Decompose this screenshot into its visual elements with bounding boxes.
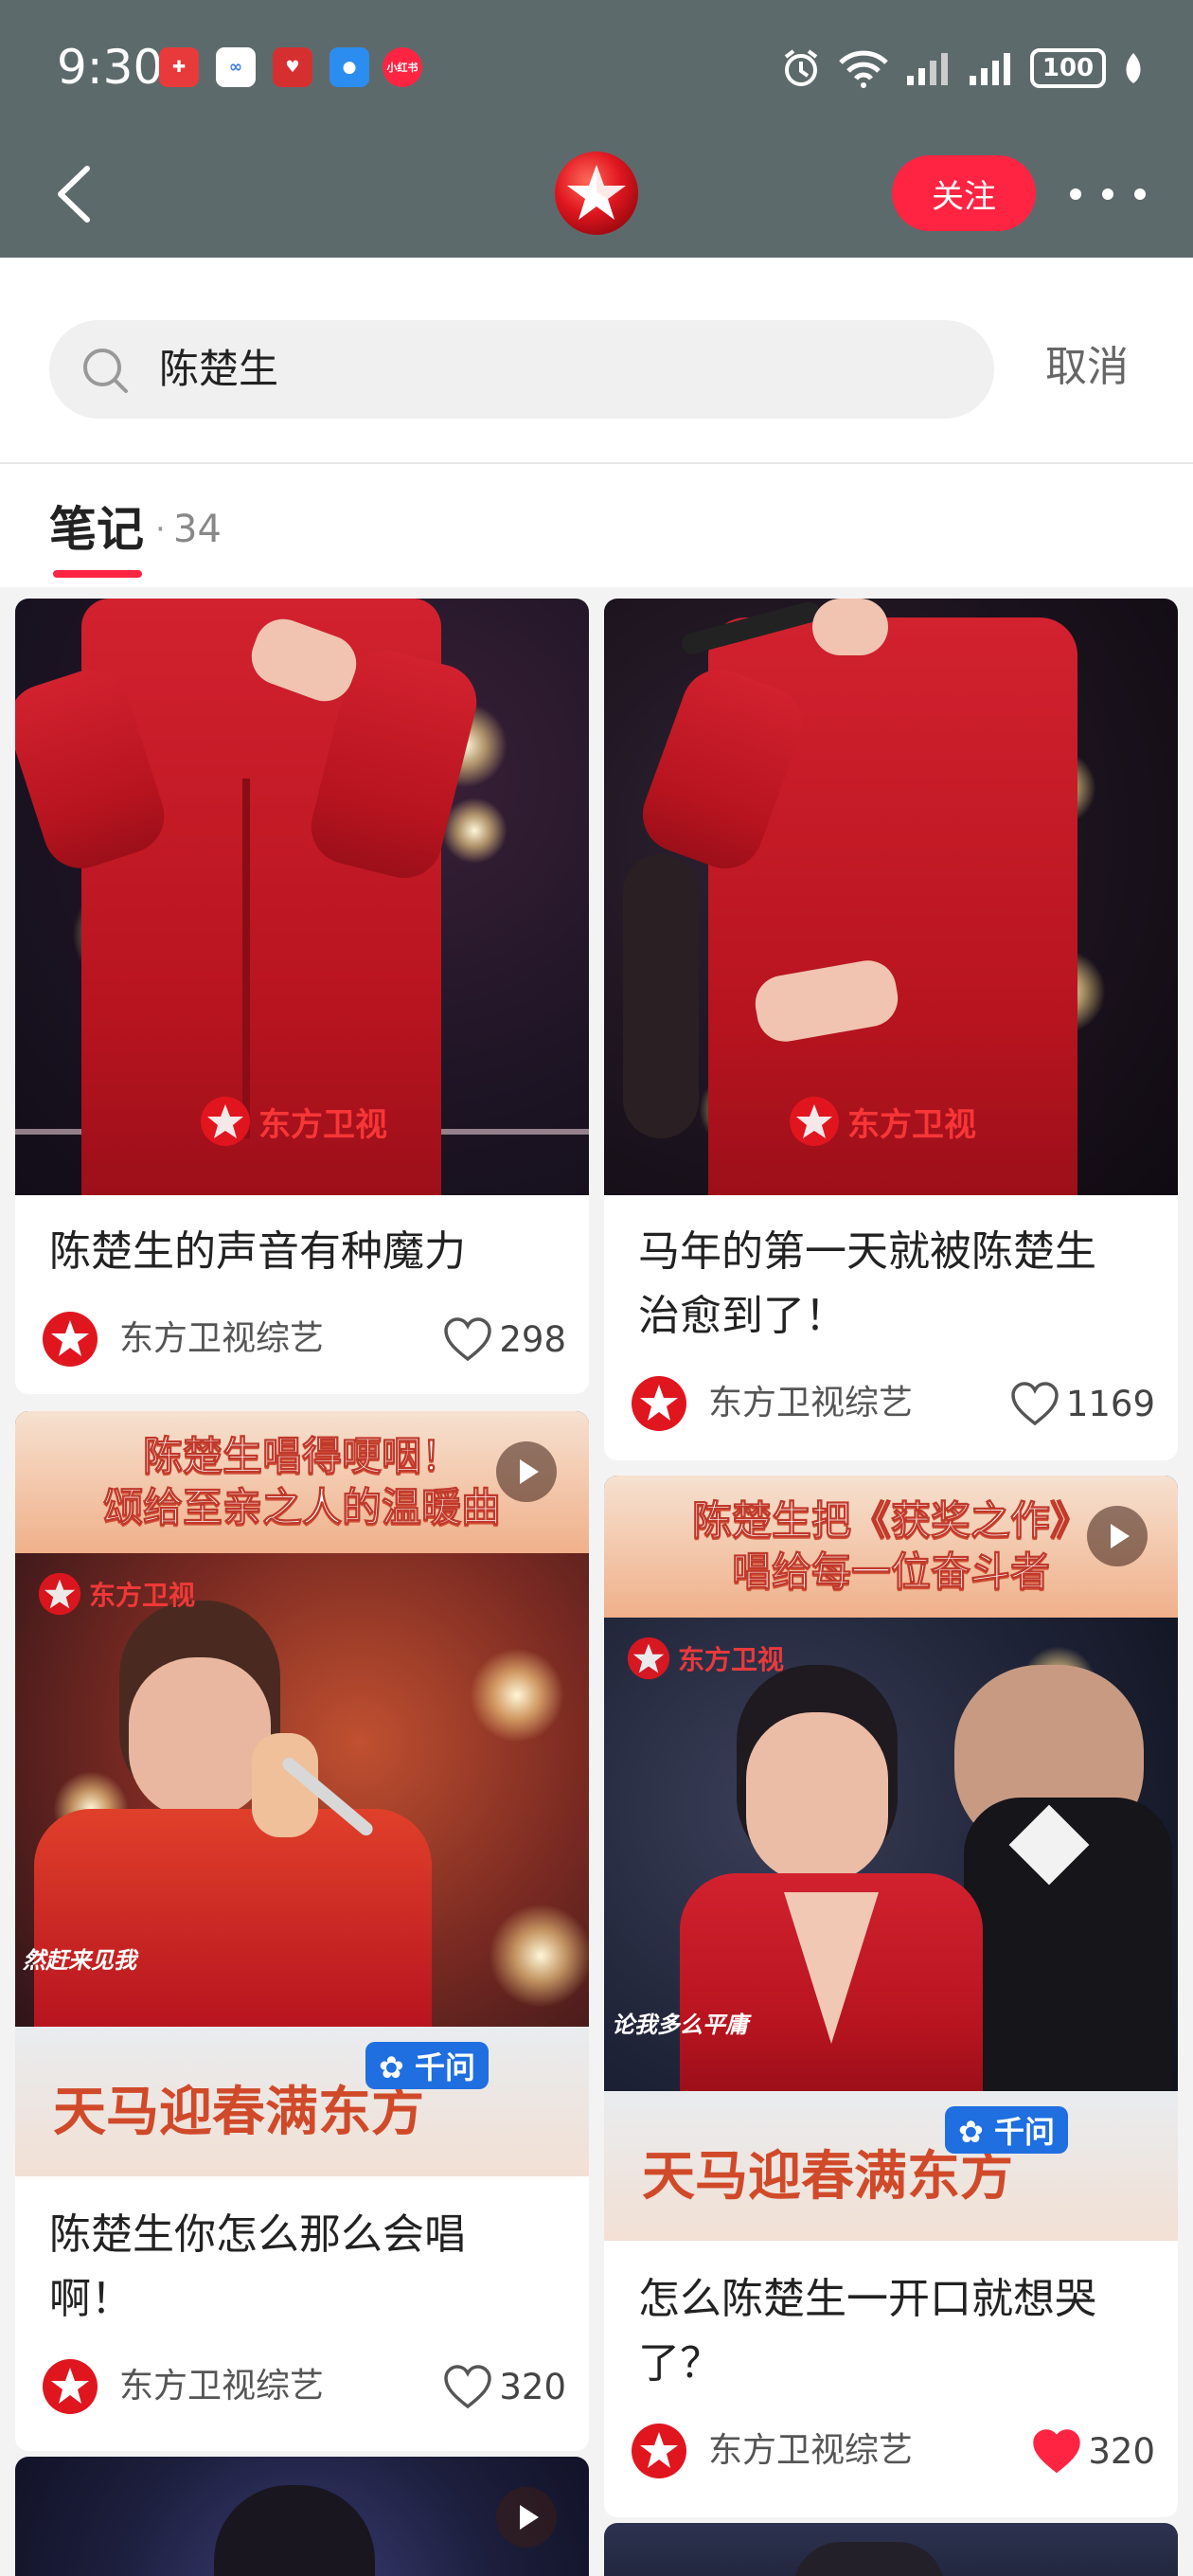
notification-app-icon: ∞ xyxy=(216,47,256,87)
tab-separator: · xyxy=(155,510,166,548)
dragon-tv-logo-icon[interactable] xyxy=(553,150,640,237)
note-card[interactable]: 东方卫视 陈楚生的声音有种魔力 东方卫视综艺 298 xyxy=(15,599,589,1394)
cancel-button[interactable]: 取消 xyxy=(1045,339,1129,396)
note-title-line[interactable]: 治愈到了！ xyxy=(638,1284,1149,1349)
tab-notes[interactable]: 笔记 xyxy=(49,496,144,563)
alarm-icon xyxy=(784,49,818,86)
author-avatar[interactable] xyxy=(42,1311,98,1368)
note-cover-image[interactable] xyxy=(604,2523,1178,2576)
heart-filled-icon xyxy=(1033,2429,1081,2474)
status-icons: 100 xyxy=(780,45,1146,91)
notification-app-icon: ✚ xyxy=(159,47,199,87)
like-count: 320 xyxy=(1088,2430,1155,2472)
note-card[interactable]: 陈楚生把《获奖之作》 唱给每一位奋斗者 东方卫视 论我多么平庸 天马迎春满东方 … xyxy=(604,1476,1178,2517)
note-title[interactable]: 陈楚生的声音有种魔力 xyxy=(49,1220,561,1284)
note-cover-image[interactable]: 东方卫视 xyxy=(15,599,589,1195)
qianwen-badge: ✿ 千问 xyxy=(945,2106,1068,2154)
festival-band: 天马迎春满东方 ✿ 千问 xyxy=(604,2091,1178,2241)
play-icon xyxy=(1087,1506,1148,1566)
heart-icon xyxy=(444,2365,492,2409)
note-cover-image[interactable]: 陈楚生把《获奖之作》 唱给每一位奋斗者 东方卫视 论我多么平庸 天马迎春满东方 … xyxy=(604,1476,1178,2241)
search-bar: 陈楚生 取消 xyxy=(0,258,1193,464)
tab-notes-count: 34 xyxy=(173,508,222,551)
note-title-line[interactable]: 啊！ xyxy=(49,2267,561,2332)
like-count: 320 xyxy=(499,2366,566,2407)
watermark: 东方卫视 xyxy=(200,1096,387,1147)
play-icon xyxy=(496,1441,557,1502)
like-button[interactable]: 320 xyxy=(442,2358,566,2415)
lyric-subtitle: 论我多么平庸 xyxy=(612,2012,748,2038)
author-name[interactable]: 东方卫视综艺 xyxy=(119,2358,324,2415)
author-avatar[interactable] xyxy=(42,2358,98,2415)
author-avatar[interactable] xyxy=(631,2423,687,2479)
back-icon[interactable] xyxy=(47,161,104,227)
note-cover-image[interactable]: 陈楚生唱得哽咽！ 颂给至亲之人的温暖曲 东方卫视 然赶来见我 天马迎春满东方 ✿… xyxy=(15,1411,589,2176)
like-button[interactable]: 298 xyxy=(442,1311,566,1368)
battery-icon: 100 xyxy=(1030,48,1106,88)
like-count: 298 xyxy=(499,1318,566,1360)
notification-message-icon: ● xyxy=(329,47,369,87)
search-input[interactable]: 陈楚生 xyxy=(49,320,994,419)
lyric-subtitle: 然赶来见我 xyxy=(23,1947,136,1974)
like-button[interactable]: 320 xyxy=(1031,2423,1155,2479)
signal-icon xyxy=(970,53,1010,85)
banner-line: 唱给每一位奋斗者 xyxy=(731,1548,1050,1596)
top-header: 9:30 ✚ ∞ ♥ ● 小红书 100 关注 xyxy=(0,0,1193,258)
note-title-line[interactable]: 马年的第一天就被陈楚生 xyxy=(638,1220,1149,1284)
banner-line: 颂给至亲之人的温暖曲 xyxy=(102,1484,501,1531)
signal-icon xyxy=(907,53,948,85)
notification-xiaohongshu-icon: 小红书 xyxy=(383,47,422,87)
wifi-icon xyxy=(839,50,888,88)
status-bar: 9:30 ✚ ∞ ♥ ● 小红书 100 xyxy=(0,0,1193,133)
note-title-line[interactable]: 了？ xyxy=(638,2332,1149,2396)
play-icon xyxy=(496,2487,557,2548)
more-options-icon[interactable] xyxy=(1070,170,1146,218)
search-query[interactable]: 陈楚生 xyxy=(159,341,278,398)
author-name[interactable]: 东方卫视综艺 xyxy=(708,1375,913,1432)
note-cover-image[interactable]: 东方卫视 xyxy=(604,599,1178,1195)
heart-icon xyxy=(444,1317,492,1362)
result-tabs: 笔记 · 34 xyxy=(0,464,1193,587)
author-name[interactable]: 东方卫视综艺 xyxy=(708,2423,913,2479)
festival-band: 天马迎春满东方 ✿ 千问 xyxy=(15,2027,589,2176)
search-icon xyxy=(83,349,128,393)
note-cover-image[interactable] xyxy=(15,2457,589,2576)
note-card[interactable] xyxy=(15,2457,589,2576)
watermark: 东方卫视 xyxy=(627,1637,784,1680)
note-card[interactable] xyxy=(604,2523,1178,2576)
notification-app-icon: ♥ xyxy=(273,47,312,87)
note-title-line[interactable]: 怎么陈楚生一开口就想哭 xyxy=(638,2267,1149,2332)
author-name[interactable]: 东方卫视综艺 xyxy=(119,1311,324,1368)
follow-button[interactable]: 关注 xyxy=(892,155,1036,231)
tab-active-indicator xyxy=(53,570,142,578)
banner-line: 陈楚生唱得哽咽！ xyxy=(142,1433,461,1480)
like-button[interactable]: 1169 xyxy=(1009,1375,1155,1432)
qianwen-badge: ✿ 千问 xyxy=(365,2042,489,2089)
note-card[interactable]: 陈楚生唱得哽咽！ 颂给至亲之人的温暖曲 东方卫视 然赶来见我 天马迎春满东方 ✿… xyxy=(15,1411,589,2451)
note-title-line[interactable]: 陈楚生你怎么那么会唱 xyxy=(49,2203,561,2267)
status-time: 9:30 xyxy=(57,40,164,95)
nav-bar: 关注 xyxy=(0,133,1193,258)
watermark: 东方卫视 xyxy=(38,1572,195,1616)
banner-line: 陈楚生把《获奖之作》 xyxy=(691,1497,1090,1545)
like-count: 1169 xyxy=(1065,1383,1155,1424)
leaf-icon xyxy=(1126,53,1141,83)
author-avatar[interactable] xyxy=(631,1375,687,1432)
note-card[interactable]: 东方卫视 马年的第一天就被陈楚生 治愈到了！ 东方卫视综艺 1169 xyxy=(604,599,1178,1460)
heart-icon xyxy=(1011,1382,1059,1426)
watermark: 东方卫视 xyxy=(789,1096,976,1147)
